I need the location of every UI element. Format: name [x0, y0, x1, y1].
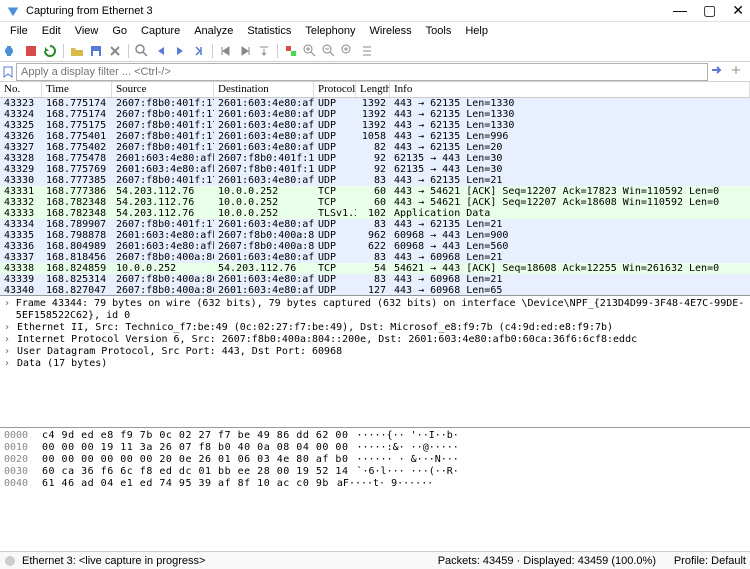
menu-capture[interactable]: Capture — [135, 24, 186, 38]
open-file-button[interactable] — [69, 43, 85, 59]
menu-help[interactable]: Help — [459, 24, 494, 38]
zoom-reset-button[interactable] — [340, 43, 356, 59]
status-left: Ethernet 3: <live capture in progress> — [22, 555, 428, 567]
window-title: Capturing from Ethernet 3 — [26, 5, 673, 17]
go-last-button[interactable] — [237, 43, 253, 59]
packet-row[interactable]: 43333168.78234854.203.112.7610.0.0.252TL… — [0, 208, 750, 219]
detail-ip[interactable]: Internet Protocol Version 6, Src: 2607:f… — [17, 334, 637, 346]
find-packet-button[interactable] — [134, 43, 150, 59]
packet-row[interactable]: 43337168.8184562607:f8b0:400a:804:…2601:… — [0, 252, 750, 263]
go-prev-button[interactable] — [153, 43, 169, 59]
go-first-button[interactable] — [218, 43, 234, 59]
col-no[interactable]: No. — [0, 82, 42, 97]
packet-bytes-pane[interactable]: 0000c4 9d ed e8 f9 7b 0c 02 27 f7 be 49 … — [0, 428, 750, 551]
menu-wireless[interactable]: Wireless — [364, 24, 418, 38]
packet-list-header: No. Time Source Destination Protocol Len… — [0, 82, 750, 98]
packet-row[interactable]: 43339168.8253142607:f8b0:400a:804:…2601:… — [0, 274, 750, 285]
hex-row[interactable]: 004061 46 ad 04 e1 ed 74 95 39 af 8f 10 … — [4, 478, 746, 490]
menu-statistics[interactable]: Statistics — [241, 24, 297, 38]
status-packets: Packets: 43459 · Displayed: 43459 (100.0… — [428, 555, 666, 567]
hex-row[interactable]: 0000c4 9d ed e8 f9 7b 0c 02 27 f7 be 49 … — [4, 430, 746, 442]
zoom-in-button[interactable] — [302, 43, 318, 59]
close-file-button[interactable] — [107, 43, 123, 59]
maximize-button[interactable]: ▢ — [703, 2, 716, 19]
colorize-button[interactable] — [283, 43, 299, 59]
menu-go[interactable]: Go — [106, 24, 133, 38]
packet-row[interactable]: 43336168.8049892601:603:4e80:afb0:…2607:… — [0, 241, 750, 252]
packet-row[interactable]: 43335168.7988782601:603:4e80:afb0:…2607:… — [0, 230, 750, 241]
packet-list-pane: No. Time Source Destination Protocol Len… — [0, 82, 750, 296]
menu-view[interactable]: View — [69, 24, 105, 38]
menubar: File Edit View Go Capture Analyze Statis… — [0, 22, 750, 40]
filter-expression-button[interactable] — [730, 64, 748, 80]
packet-row[interactable]: 43330168.7773852607:f8b0:401f:17::a2601:… — [0, 175, 750, 186]
resize-cols-button[interactable] — [359, 43, 375, 59]
detail-ethernet[interactable]: Ethernet II, Src: Technico_f7:be:49 (0c:… — [17, 322, 613, 334]
detail-udp[interactable]: User Datagram Protocol, Src Port: 443, D… — [17, 346, 342, 358]
titlebar: Capturing from Ethernet 3 — ▢ ✕ — [0, 0, 750, 22]
packet-row[interactable]: 43334168.7899072607:f8b0:401f:17::a2601:… — [0, 219, 750, 230]
start-capture-button[interactable] — [4, 43, 20, 59]
col-info[interactable]: Info — [390, 82, 750, 97]
panes: No. Time Source Destination Protocol Len… — [0, 82, 750, 551]
go-to-packet-button[interactable] — [191, 43, 207, 59]
col-protocol[interactable]: Protocol — [314, 82, 356, 97]
menu-file[interactable]: File — [4, 24, 34, 38]
menu-tools[interactable]: Tools — [420, 24, 458, 38]
packet-row[interactable]: 43328168.7754782601:603:4e80:afb0:…2607:… — [0, 153, 750, 164]
packet-row[interactable]: 43327168.7754022607:f8b0:401f:17::a2601:… — [0, 142, 750, 153]
packet-row[interactable]: 43340168.8270472607:f8b0:400a:804:…2601:… — [0, 285, 750, 296]
packet-row[interactable]: 43326168.7754012607:f8b0:401f:17::a2601:… — [0, 131, 750, 142]
packet-details-pane[interactable]: ›Frame 43344: 79 bytes on wire (632 bits… — [0, 296, 750, 428]
packet-row[interactable]: 43331168.77738654.203.112.7610.0.0.252TC… — [0, 186, 750, 197]
auto-scroll-button[interactable] — [256, 43, 272, 59]
minimize-button[interactable]: — — [673, 2, 687, 19]
hex-row[interactable]: 002000 00 00 00 00 00 20 0e 26 01 06 03 … — [4, 454, 746, 466]
status-profile[interactable]: Profile: Default — [666, 555, 746, 567]
filter-bar — [0, 62, 750, 82]
display-filter-input[interactable] — [16, 63, 708, 81]
col-source[interactable]: Source — [112, 82, 214, 97]
bookmark-icon[interactable] — [2, 66, 14, 78]
col-time[interactable]: Time — [42, 82, 112, 97]
filter-apply-button[interactable] — [710, 64, 728, 80]
menu-edit[interactable]: Edit — [36, 24, 67, 38]
expert-info-icon[interactable] — [4, 555, 16, 567]
detail-data[interactable]: Data (17 bytes) — [17, 358, 107, 370]
packet-row[interactable]: 43329168.7757692601:603:4e80:afb0:…2607:… — [0, 164, 750, 175]
stop-capture-button[interactable] — [23, 43, 39, 59]
hex-row[interactable]: 001000 00 00 19 11 3a 26 07 f8 b0 40 0a … — [4, 442, 746, 454]
close-button[interactable]: ✕ — [732, 2, 744, 19]
packet-row[interactable]: 43325168.7751752607:f8b0:401f:17::a2601:… — [0, 120, 750, 131]
packet-row[interactable]: 43324168.7751742607:f8b0:401f:17::a2601:… — [0, 109, 750, 120]
menu-telephony[interactable]: Telephony — [299, 24, 361, 38]
menu-analyze[interactable]: Analyze — [188, 24, 239, 38]
toolbar — [0, 40, 750, 62]
hex-row[interactable]: 003060 ca 36 f6 6c f8 ed dc 01 bb ee 28 … — [4, 466, 746, 478]
packet-row[interactable]: 43332168.78234854.203.112.7610.0.0.252TC… — [0, 197, 750, 208]
zoom-out-button[interactable] — [321, 43, 337, 59]
packet-list-body[interactable]: 43323168.7751742607:f8b0:401f:17::a2601:… — [0, 98, 750, 296]
packet-row[interactable]: 43323168.7751742607:f8b0:401f:17::a2601:… — [0, 98, 750, 109]
packet-row[interactable]: 43338168.82485910.0.0.25254.203.112.76TC… — [0, 263, 750, 274]
restart-capture-button[interactable] — [42, 43, 58, 59]
col-destination[interactable]: Destination — [214, 82, 314, 97]
detail-frame[interactable]: Frame 43344: 79 bytes on wire (632 bits)… — [16, 298, 746, 322]
app-icon — [6, 4, 20, 18]
statusbar: Ethernet 3: <live capture in progress> P… — [0, 551, 750, 569]
col-length[interactable]: Length — [356, 82, 390, 97]
save-file-button[interactable] — [88, 43, 104, 59]
go-next-button[interactable] — [172, 43, 188, 59]
